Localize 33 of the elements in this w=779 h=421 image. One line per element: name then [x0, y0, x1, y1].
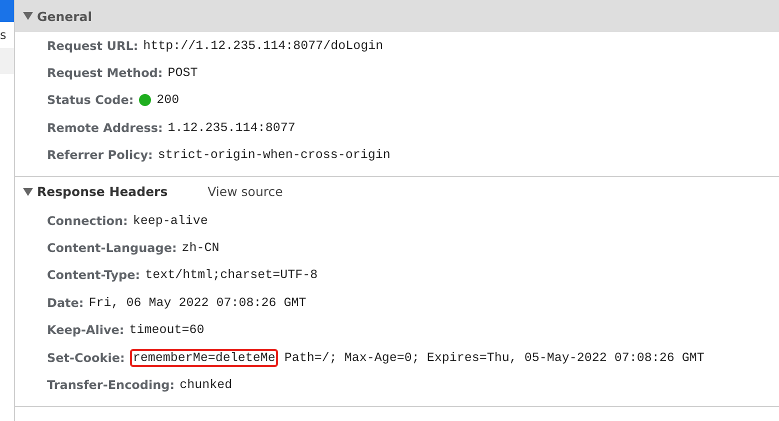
header-name: Transfer-Encoding: — [47, 378, 175, 392]
header-name: Date: — [47, 296, 84, 310]
section-header[interactable]: Response Headers View source — [15, 176, 779, 207]
header-value: text/html;charset=UTF-8 — [145, 268, 318, 282]
header-name: Request Method: — [47, 66, 163, 80]
header-value: chunked — [180, 378, 232, 392]
section-title: General — [37, 8, 92, 24]
triangle-down-icon[interactable] — [23, 188, 33, 196]
header-value: Fri, 06 May 2022 07:08:26 GMT — [88, 296, 306, 310]
header-value: POST — [168, 66, 198, 80]
header-name: Referrer Policy: — [47, 148, 153, 162]
header-value: 1.12.235.114:8077 — [168, 120, 296, 135]
header-name: Remote Address: — [47, 120, 163, 135]
section-header[interactable]: General — [15, 0, 779, 32]
header-name: Content-Type: — [47, 268, 140, 282]
highlighted-value: rememberMe=deleteMe — [130, 348, 278, 367]
sidebar-item[interactable]: s — [0, 22, 14, 48]
triangle-down-icon[interactable] — [23, 12, 33, 20]
header-name: Request URL: — [47, 38, 138, 53]
header-name: Status Code: — [47, 93, 134, 108]
header-value: strict-origin-when-cross-origin — [158, 148, 390, 162]
header-value: zh-CN — [182, 241, 220, 256]
header-name: Set-Cookie: — [47, 350, 125, 365]
header-name: Content-Language: — [47, 241, 177, 256]
header-name: Keep-Alive: — [47, 323, 124, 338]
header-value: timeout=60 — [129, 323, 204, 338]
header-name: Connection: — [47, 214, 128, 228]
header-value: 200 — [156, 93, 180, 108]
header-value: keep-alive — [132, 214, 208, 228]
view-source-link[interactable]: View source — [208, 184, 283, 200]
header-value: http://1.12.235.114:8077/doLogin — [143, 38, 384, 53]
header-value: Path=/; Max-Age=0; Expires=Thu, 05-May-2022 07:08:26 GMT — [284, 350, 704, 365]
section-title: Response Headers — [37, 184, 168, 200]
